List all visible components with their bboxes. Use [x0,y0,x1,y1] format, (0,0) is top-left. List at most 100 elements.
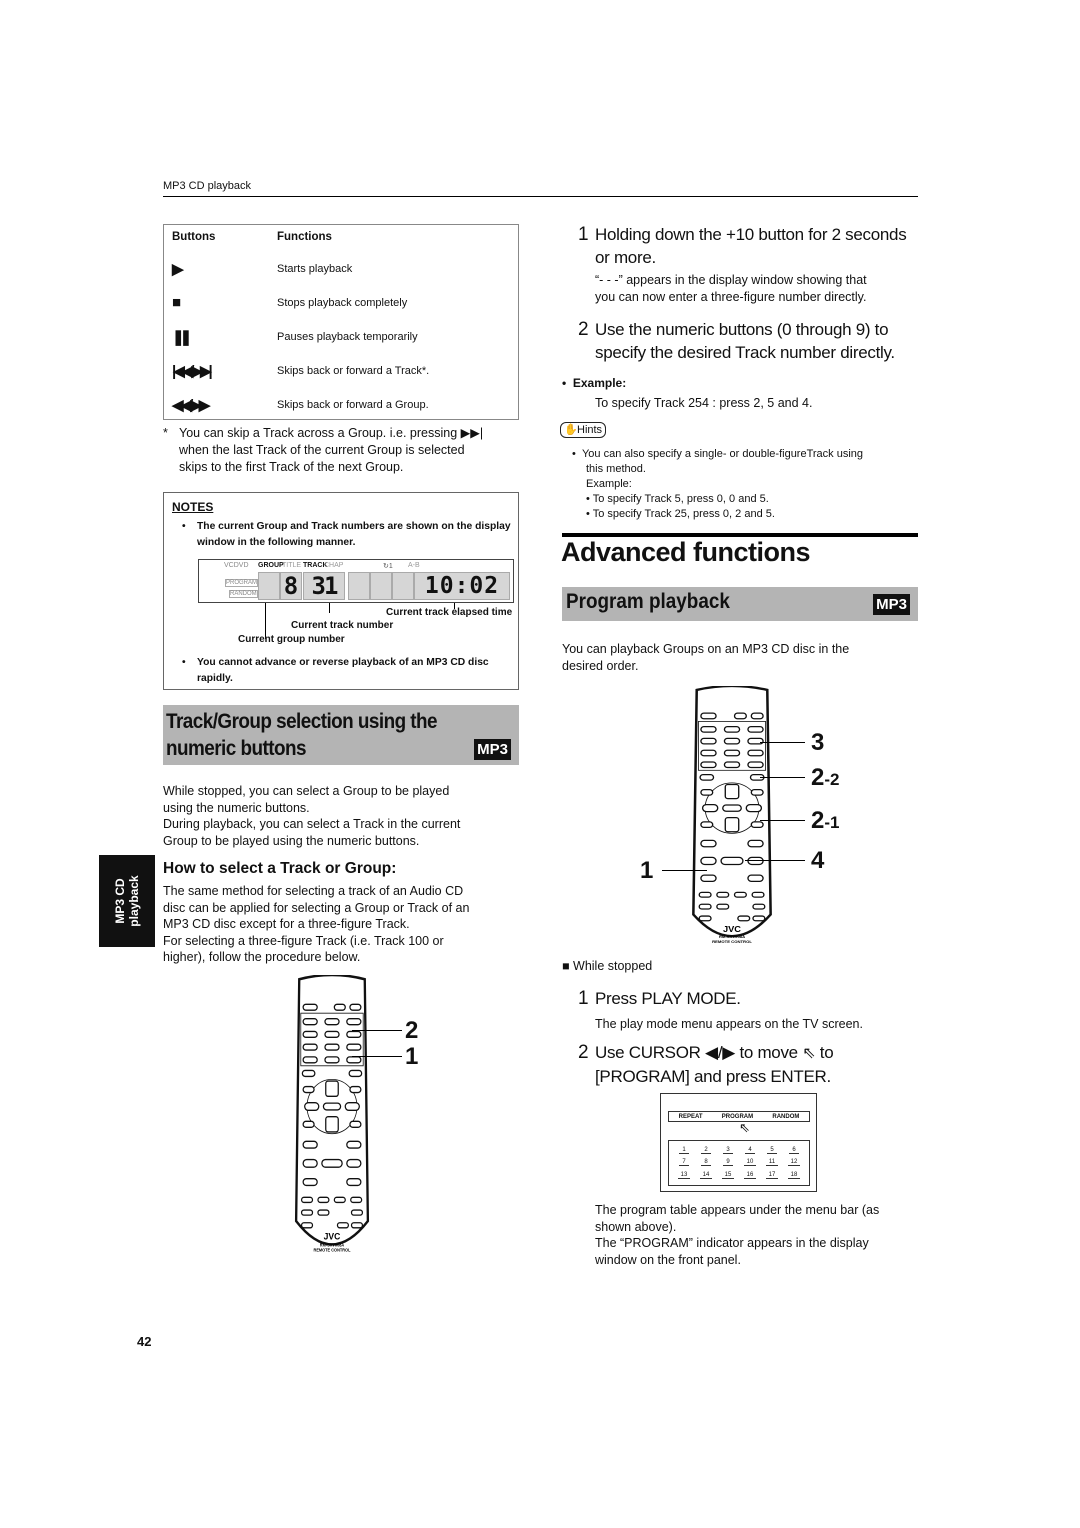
remote-button [745,803,763,813]
track-group-intro: While stopped, you can select a Group to… [163,783,460,849]
skip-track-icon: |◀◀/▶▶| [172,363,213,380]
remote-button [733,712,747,720]
remote-button [348,1069,363,1078]
text-line: The “PROGRAM” indicator appears in the d… [595,1236,869,1250]
text-line: Group to be played using the numeric but… [163,833,420,848]
example-label: • Example: [562,376,627,390]
remote-button [346,1140,362,1149]
pause-icon: ❚❚ [172,329,192,346]
remote-button [700,874,717,883]
remote-caption: REMOTE CONTROL [712,939,752,944]
remote-caption: REMOTE CONTROL [314,1247,351,1252]
program-slot: 9 [723,1159,733,1167]
menu-repeat[interactable]: REPEAT [679,1114,703,1120]
note-item: • You cannot advance or reverse playback … [182,657,489,684]
section-header-program: Program playback MP3 [562,587,918,621]
remote-button [733,891,747,898]
table-row: ■ Stops playback completely [164,294,518,314]
condition: ■ While stopped [562,959,653,973]
remote-button [716,891,730,898]
remote-button [302,1003,318,1011]
callout-sub: -1 [824,813,840,832]
remote-button [752,915,766,922]
side-tab: MP3 CD playback [99,855,155,947]
remote-button [302,1018,318,1026]
condition-text: While stopped [573,959,653,973]
text-line: The program table appears under the menu… [595,1203,880,1217]
remote-button [750,821,764,829]
remote-button [751,891,765,898]
program-slot: 10 [743,1159,757,1167]
step-text: Use CURSOR ◀/▶ to move [595,1043,798,1062]
program-slot: 6 [789,1147,799,1154]
header-rule [163,196,918,197]
mp3-badge: MP3 [474,739,511,760]
callout-step-1: 1 [405,1043,419,1070]
callout-step-2-1: 2-1 [811,807,839,835]
tv-program-menu: REPEAT PROGRAM RANDOM ⇖ 1 2 3 4 5 6 7 8 9 10 11 12 1… [660,1093,817,1192]
skip-group-icon: ◀◀/▶▶ [172,397,210,414]
page-number: 42 [137,1334,152,1349]
remote-button [302,1177,318,1187]
table-row: |◀◀/▶▶| Skips back or forward a Track*. [164,362,518,382]
remote-button [723,761,741,769]
side-tab-line2: playback [127,875,141,927]
text-line: You can playback Groups on an MP3 CD dis… [562,642,850,656]
remote-button [322,1102,342,1111]
program-slot: 1 [679,1147,689,1154]
cursor-up-button [724,783,740,800]
text-line: The same method for selecting a track of… [163,884,464,898]
remote-button [700,821,714,829]
running-header: MP3 CD playback [163,180,252,192]
remote-button [346,1158,362,1168]
col-header-buttons: Buttons [172,231,216,243]
hand-icon: ✋ [564,424,578,436]
remote-button [349,1003,362,1011]
step-number: 2 [578,1042,589,1063]
callout-group-number: Current group number [238,634,345,645]
section-title-line1: Track/Group selection using the [166,710,438,733]
footnote-line: You can skip a Track across a Group. i.e… [179,426,484,440]
remote-button [302,1043,318,1051]
remote-button [723,749,741,757]
remote-button [747,874,764,883]
remote-button [302,1056,318,1064]
step-1: 1 Holding down the +10 button for 2 seco… [578,223,918,269]
function-text: Skips back or forward a Track*. [277,365,430,377]
remote-button [317,1209,330,1216]
text-line: shown above). [595,1219,677,1234]
text-line: window on the front panel. [595,1252,741,1267]
example-label-text: Example: [572,376,627,390]
menu-program[interactable]: PROGRAM [722,1114,753,1120]
buttons-table: Buttons Functions ▶ Starts playback ■ Stop… [163,224,519,420]
step-number: 1 [578,988,589,1009]
step-text: to [819,1043,834,1062]
menu-random[interactable]: RANDOM [772,1114,799,1120]
remote-button [700,712,717,720]
step-text: Use the numeric buttons (0 through 9) to… [595,320,895,362]
callout-num: 2 [811,764,825,791]
section-header-track-group: Track/Group selection using the numeric … [163,705,519,765]
table-row: ◀◀/▶▶ Skips back or forward a Group. [164,396,518,416]
remote-button [350,1209,364,1216]
text-line: using the numeric buttons. [163,800,310,815]
text-line: For selecting a three-figure Track (i.e.… [163,933,444,948]
repeat-indicator: ↻1 [383,563,393,570]
program-title: Program playback [566,590,730,613]
footnote-mark: * [163,426,168,440]
remote-button [300,1222,314,1229]
hints-list: • You can also specify a single- or doub… [572,448,864,520]
side-tab-line1: MP3 CD [113,878,127,924]
program-slot: 16 [743,1172,757,1180]
remote-button [747,761,764,769]
step-2: 2 Use the numeric buttons (0 through 9) … [578,318,908,364]
table-row: ▶ Starts playback [164,260,518,280]
remote-button [700,737,717,745]
remote-button [346,1177,362,1187]
program-slot: 18 [787,1172,801,1180]
hint-line: • To specify Track 25, press 0, 2 and 5. [586,508,775,520]
text-line: MP3 CD disc except for a three-figure Tr… [163,917,410,931]
remote-button [349,1120,362,1128]
remote-button [302,1140,318,1149]
remote-button [302,1158,318,1168]
